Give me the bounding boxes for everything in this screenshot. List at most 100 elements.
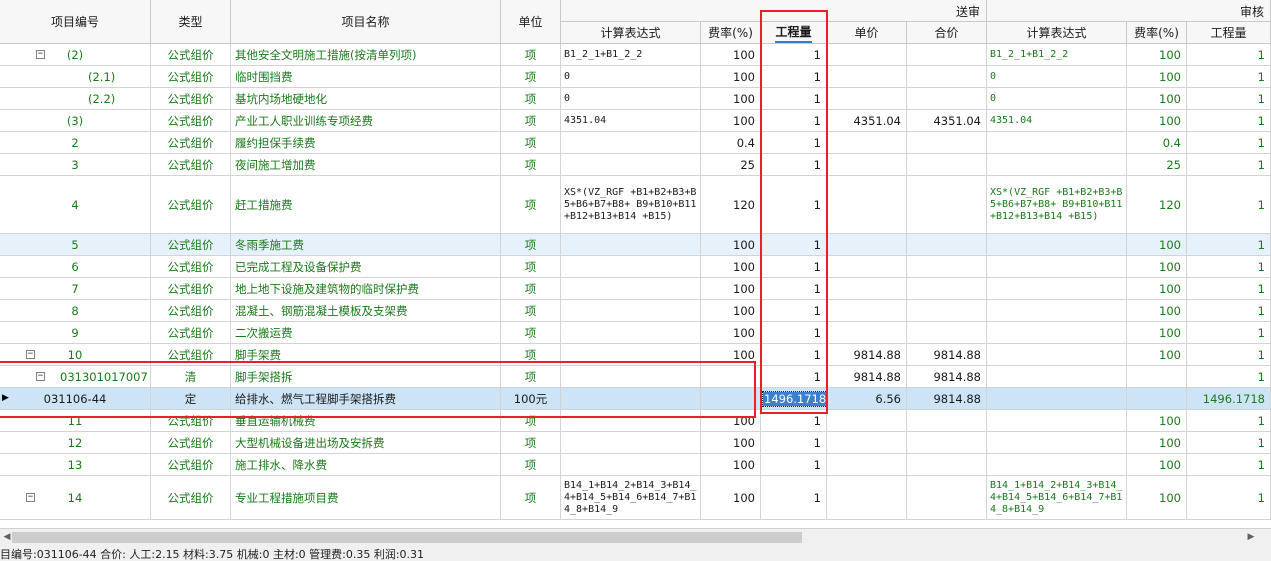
cell-qty2[interactable]: 1: [1187, 344, 1271, 366]
header-qty-audit[interactable]: 工程量: [1187, 22, 1271, 44]
cell-expr2[interactable]: [987, 344, 1127, 366]
cell-name[interactable]: 专业工程措施项目费: [231, 476, 501, 520]
cell-price[interactable]: [827, 66, 907, 88]
cell-type[interactable]: 公式组价: [151, 322, 231, 344]
cell-qty2[interactable]: 1: [1187, 66, 1271, 88]
cell-qty2[interactable]: 1: [1187, 110, 1271, 132]
header-rate-audit[interactable]: 费率(%): [1127, 22, 1187, 44]
cell-rate2[interactable]: 100: [1127, 476, 1187, 520]
cell-total[interactable]: 4351.04: [907, 110, 987, 132]
cell-expr[interactable]: [561, 278, 701, 300]
cell-qty[interactable]: 1: [761, 454, 827, 476]
cell-qty[interactable]: 1: [761, 432, 827, 454]
cell-expr[interactable]: [561, 432, 701, 454]
cell-qty2[interactable]: 1: [1187, 176, 1271, 234]
cell-code[interactable]: 031301017007: [0, 366, 151, 388]
cell-rate2[interactable]: 25: [1127, 154, 1187, 176]
cell-qty2[interactable]: 1: [1187, 410, 1271, 432]
cell-type[interactable]: 公式组价: [151, 154, 231, 176]
cell-name[interactable]: 其他安全文明施工措施(按清单列项): [231, 44, 501, 66]
cell-rate2[interactable]: 100: [1127, 110, 1187, 132]
cell-qty[interactable]: 1: [761, 366, 827, 388]
cell-code[interactable]: 4: [0, 176, 151, 234]
cell-qty[interactable]: 1: [761, 476, 827, 520]
tree-collapse-icon[interactable]: −: [26, 350, 35, 359]
cell-code[interactable]: 031106-44: [0, 388, 151, 410]
cell-total[interactable]: [907, 278, 987, 300]
cell-code[interactable]: 14: [0, 476, 151, 520]
cell-unit[interactable]: 项: [501, 154, 561, 176]
cell-type[interactable]: 清: [151, 366, 231, 388]
cell-type[interactable]: 公式组价: [151, 432, 231, 454]
cell-total[interactable]: [907, 322, 987, 344]
cell-rate[interactable]: 120: [701, 176, 761, 234]
cell-total[interactable]: [907, 44, 987, 66]
cell-unit[interactable]: 项: [501, 344, 561, 366]
tree-collapse-icon[interactable]: −: [36, 372, 45, 381]
cell-unit[interactable]: 项: [501, 44, 561, 66]
cell-qty2[interactable]: 1: [1187, 278, 1271, 300]
cell-total[interactable]: [907, 300, 987, 322]
cell-expr2[interactable]: B14_1+B14_2+B14_3+B14_ 4+B14_5+B14_6+B14…: [987, 476, 1127, 520]
cell-unit[interactable]: 项: [501, 454, 561, 476]
cell-expr2[interactable]: [987, 410, 1127, 432]
cell-type[interactable]: 定: [151, 388, 231, 410]
cell-name[interactable]: 赶工措施费: [231, 176, 501, 234]
cell-qty[interactable]: 1: [761, 66, 827, 88]
cell-rate2[interactable]: 100: [1127, 300, 1187, 322]
cell-type[interactable]: 公式组价: [151, 132, 231, 154]
cell-qty2[interactable]: 1: [1187, 256, 1271, 278]
cell-qty2[interactable]: 1: [1187, 132, 1271, 154]
cell-total[interactable]: [907, 66, 987, 88]
cell-name[interactable]: 脚手架费: [231, 344, 501, 366]
cell-unit[interactable]: 项: [501, 300, 561, 322]
cell-name[interactable]: 地上地下设施及建筑物的临时保护费: [231, 278, 501, 300]
cell-total[interactable]: [907, 234, 987, 256]
cell-rate[interactable]: 100: [701, 88, 761, 110]
cell-name[interactable]: 给排水、燃气工程脚手架搭拆费: [231, 388, 501, 410]
cell-code[interactable]: (2.2): [0, 88, 151, 110]
cell-price[interactable]: [827, 88, 907, 110]
cell-total[interactable]: [907, 176, 987, 234]
cell-name[interactable]: 履约担保手续费: [231, 132, 501, 154]
cell-total[interactable]: [907, 476, 987, 520]
cell-price[interactable]: 6.56: [827, 388, 907, 410]
cell-qty[interactable]: 1: [761, 410, 827, 432]
header-price[interactable]: 单价: [827, 22, 907, 44]
cell-code[interactable]: 10: [0, 344, 151, 366]
cell-code[interactable]: 5: [0, 234, 151, 256]
cell-expr[interactable]: [561, 366, 701, 388]
cell-unit[interactable]: 项: [501, 234, 561, 256]
cell-rate[interactable]: [701, 388, 761, 410]
cell-rate[interactable]: 100: [701, 410, 761, 432]
cell-code[interactable]: (2): [0, 44, 151, 66]
cell-qty2[interactable]: 1: [1187, 454, 1271, 476]
cell-total[interactable]: [907, 154, 987, 176]
cell-expr[interactable]: 4351.04: [561, 110, 701, 132]
cell-expr2[interactable]: 0: [987, 88, 1127, 110]
cell-unit[interactable]: 项: [501, 66, 561, 88]
cell-unit[interactable]: 项: [501, 476, 561, 520]
cell-type[interactable]: 公式组价: [151, 256, 231, 278]
cell-unit[interactable]: 项: [501, 256, 561, 278]
cell-expr[interactable]: [561, 322, 701, 344]
cell-qty2[interactable]: 1: [1187, 322, 1271, 344]
cell-price[interactable]: [827, 410, 907, 432]
header-name[interactable]: 项目名称: [231, 0, 501, 44]
cell-rate2[interactable]: 100: [1127, 234, 1187, 256]
cell-price[interactable]: [827, 476, 907, 520]
cell-unit[interactable]: 项: [501, 132, 561, 154]
cell-code[interactable]: 7: [0, 278, 151, 300]
cell-unit[interactable]: 项: [501, 410, 561, 432]
cell-expr2[interactable]: [987, 300, 1127, 322]
cell-price[interactable]: [827, 454, 907, 476]
cell-price[interactable]: [827, 234, 907, 256]
cell-expr2[interactable]: [987, 154, 1127, 176]
cell-qty2[interactable]: 1: [1187, 432, 1271, 454]
cell-total[interactable]: 9814.88: [907, 388, 987, 410]
cell-unit[interactable]: 100元: [501, 388, 561, 410]
cell-name[interactable]: 夜间施工增加费: [231, 154, 501, 176]
cell-name[interactable]: 已完成工程及设备保护费: [231, 256, 501, 278]
cell-rate2[interactable]: 100: [1127, 454, 1187, 476]
cell-name[interactable]: 临时围挡费: [231, 66, 501, 88]
